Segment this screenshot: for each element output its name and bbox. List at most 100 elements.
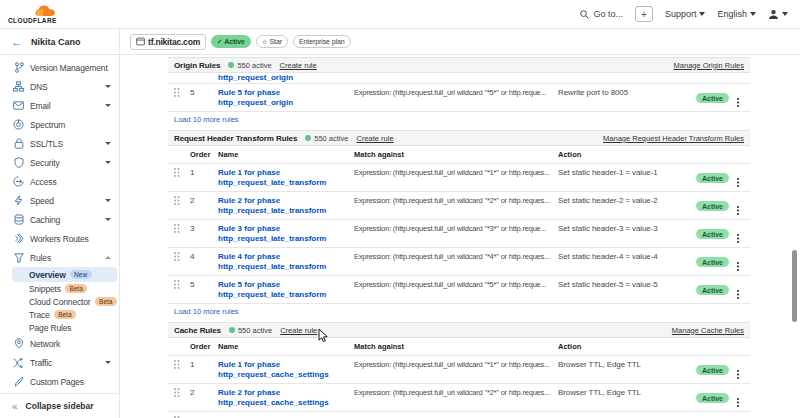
create-rule-link[interactable]: Create rule (280, 326, 317, 335)
section-header: Request Header Transform Rules 550 activ… (168, 130, 750, 146)
rule-action: Set static header-3 = value-3 (558, 224, 696, 244)
star-button[interactable]: ☆ Star (256, 35, 288, 48)
rule-name-link[interactable]: Rule 2 for phase http_request_cache_sett… (218, 388, 354, 408)
drag-handle[interactable] (172, 360, 190, 380)
sidebar-item-version-management[interactable]: Version Management (0, 58, 119, 77)
section-title: Origin Rules (174, 61, 220, 70)
drag-handle[interactable] (172, 224, 190, 244)
load-more-link[interactable]: Load 10 more rules (174, 307, 239, 316)
rule-name-link[interactable]: Rule 1 for phase http_request_late_trans… (218, 168, 354, 188)
context-bar: ← Nikita Cano tf.nikitac.com ✓ Active ☆ … (0, 29, 800, 55)
rule-status-badge: Active (696, 285, 729, 295)
back-arrow-icon[interactable]: ← (11, 36, 22, 48)
ssl-tls-icon (13, 138, 24, 149)
rule-match: Expression: (http.request.full_uri wildc… (354, 360, 558, 380)
support-label: Support (665, 9, 697, 19)
goto-search[interactable]: Go to... (580, 9, 623, 19)
support-menu[interactable]: Support (665, 9, 706, 19)
sidebar-item-rules[interactable]: Rules (0, 248, 119, 267)
sidebar-item-security[interactable]: Security (0, 153, 119, 172)
rule-match: Expression: (http.request.full_uri wildc… (354, 224, 558, 244)
rule-row: 2 Rule 2 for phase http_request_late_tra… (168, 191, 750, 219)
dns-icon (13, 81, 24, 92)
sidebar-item-dns[interactable]: DNS (0, 77, 119, 96)
caching-icon (13, 214, 24, 225)
rule-name-link[interactable]: Rule 5 for phase http_request_late_trans… (218, 280, 354, 300)
rules-section: Origin Rules 550 active Create rule Mana… (168, 57, 750, 126)
drag-handle[interactable] (172, 280, 190, 300)
create-rule-link[interactable]: Create rule (356, 134, 393, 143)
rule-name-link[interactable]: Rule 1 for phase http_request_cache_sett… (218, 360, 354, 380)
beta-badge: Beta (65, 284, 87, 293)
sidebar-item-caching[interactable]: Caching (0, 210, 119, 229)
rule-action: Set static header-4 = value-4 (558, 252, 696, 272)
rule-row: 1 Rule 1 for phase http_request_late_tra… (168, 163, 750, 191)
chevron-down-icon (105, 218, 111, 221)
active-count: 550 active (238, 326, 272, 335)
drag-handle[interactable] (172, 88, 190, 108)
partial-rule-row: http_request_origin (168, 73, 750, 83)
cloudflare-logo[interactable]: CLOUDFLARE (8, 5, 60, 24)
beta-badge: Beta (54, 310, 76, 319)
sidebar-item-custom-pages[interactable]: Custom Pages (0, 372, 119, 391)
traffic-icon (13, 357, 24, 368)
manage-rules-link[interactable]: Manage Cache Rules (672, 326, 744, 335)
rule-name-link[interactable]: Rule 2 for phase http_request_late_trans… (218, 196, 354, 216)
table-column-headers: Order Name Match against Action (168, 338, 750, 355)
workers-routes-icon (13, 233, 24, 244)
mouse-cursor (318, 328, 330, 344)
chevron-down-icon (105, 361, 111, 364)
load-more-link[interactable]: Load 10 more rules (174, 115, 239, 124)
active-count: 550 active (237, 61, 271, 70)
manage-rules-link[interactable]: Manage Origin Rules (674, 61, 744, 70)
add-button[interactable]: + (635, 6, 653, 22)
rule-name-link[interactable]: Rule 5 for phase http_request_origin (218, 88, 354, 108)
sidebar-item-access[interactable]: Access (0, 172, 119, 191)
sidebar-item-workers-routes[interactable]: Workers Routes (0, 229, 119, 248)
sidebar-item-snippets[interactable]: Snippets Beta (0, 282, 119, 295)
sidebar-item-ssl-tls[interactable]: SSL/TLS (0, 134, 119, 153)
chevron-up-icon (105, 256, 111, 259)
collapse-sidebar-button[interactable]: « Collapse sidebar (0, 393, 119, 418)
domain-selector[interactable]: tf.nikitac.com (130, 34, 206, 50)
scrollbar-thumb[interactable] (792, 250, 797, 322)
rule-status-badge: Active (696, 93, 729, 103)
rule-order: 5 (190, 280, 218, 300)
rule-name-link[interactable]: Rule 3 for phase http_request_late_trans… (218, 224, 354, 244)
account-name: Nikita Cano (31, 37, 81, 47)
drag-handle[interactable] (172, 388, 190, 408)
rule-order: 1 (190, 168, 218, 188)
check-icon: ✓ (217, 38, 222, 46)
rule-name-link[interactable]: Rule 4 for phase http_request_late_trans… (218, 252, 354, 272)
rule-match: Expression: (http.request.full_uri wildc… (354, 168, 558, 188)
custom-pages-icon (13, 376, 24, 387)
drag-handle[interactable] (172, 168, 190, 188)
manage-rules-link[interactable]: Manage Request Header Transform Rules (603, 134, 744, 143)
create-rule-link[interactable]: Create rule (280, 61, 317, 70)
col-name: Name (218, 342, 354, 351)
sidebar-item-spectrum[interactable]: Spectrum (0, 115, 119, 134)
rule-name-link[interactable]: http_request_origin (218, 73, 750, 83)
rule-action: Browser TTL, Edge TTL (558, 388, 696, 408)
drag-handle[interactable] (172, 196, 190, 216)
sidebar-item-overview[interactable]: Overview New (12, 267, 117, 282)
rule-order: 2 (190, 196, 218, 216)
sidebar-item-email[interactable]: Email (0, 96, 119, 115)
language-menu[interactable]: English (717, 9, 756, 19)
user-menu[interactable] (768, 9, 788, 20)
sidebar-item-cloud-connector[interactable]: Cloud Connector Beta (0, 295, 119, 308)
rule-order: 1 (190, 360, 218, 380)
sidebar-item-speed[interactable]: Speed (0, 191, 119, 210)
sidebar-item-page-rules[interactable]: Page Rules (0, 321, 119, 334)
rule-match: Expression: (http.request.full_uri wildc… (354, 88, 558, 108)
active-count: 550 active (314, 134, 348, 143)
account-breadcrumb[interactable]: ← Nikita Cano (0, 29, 120, 54)
drag-handle[interactable] (172, 252, 190, 272)
speed-icon (13, 195, 24, 206)
sidebar-item-trace[interactable]: Trace Beta (0, 308, 119, 321)
sidebar-item-network[interactable]: Network (0, 334, 119, 353)
chevron-down-icon (105, 142, 111, 145)
rule-status-badge: Active (696, 257, 729, 267)
sidebar-item-traffic[interactable]: Traffic (0, 353, 119, 372)
rule-row: 4 Rule 4 for phase http_request_late_tra… (168, 247, 750, 275)
